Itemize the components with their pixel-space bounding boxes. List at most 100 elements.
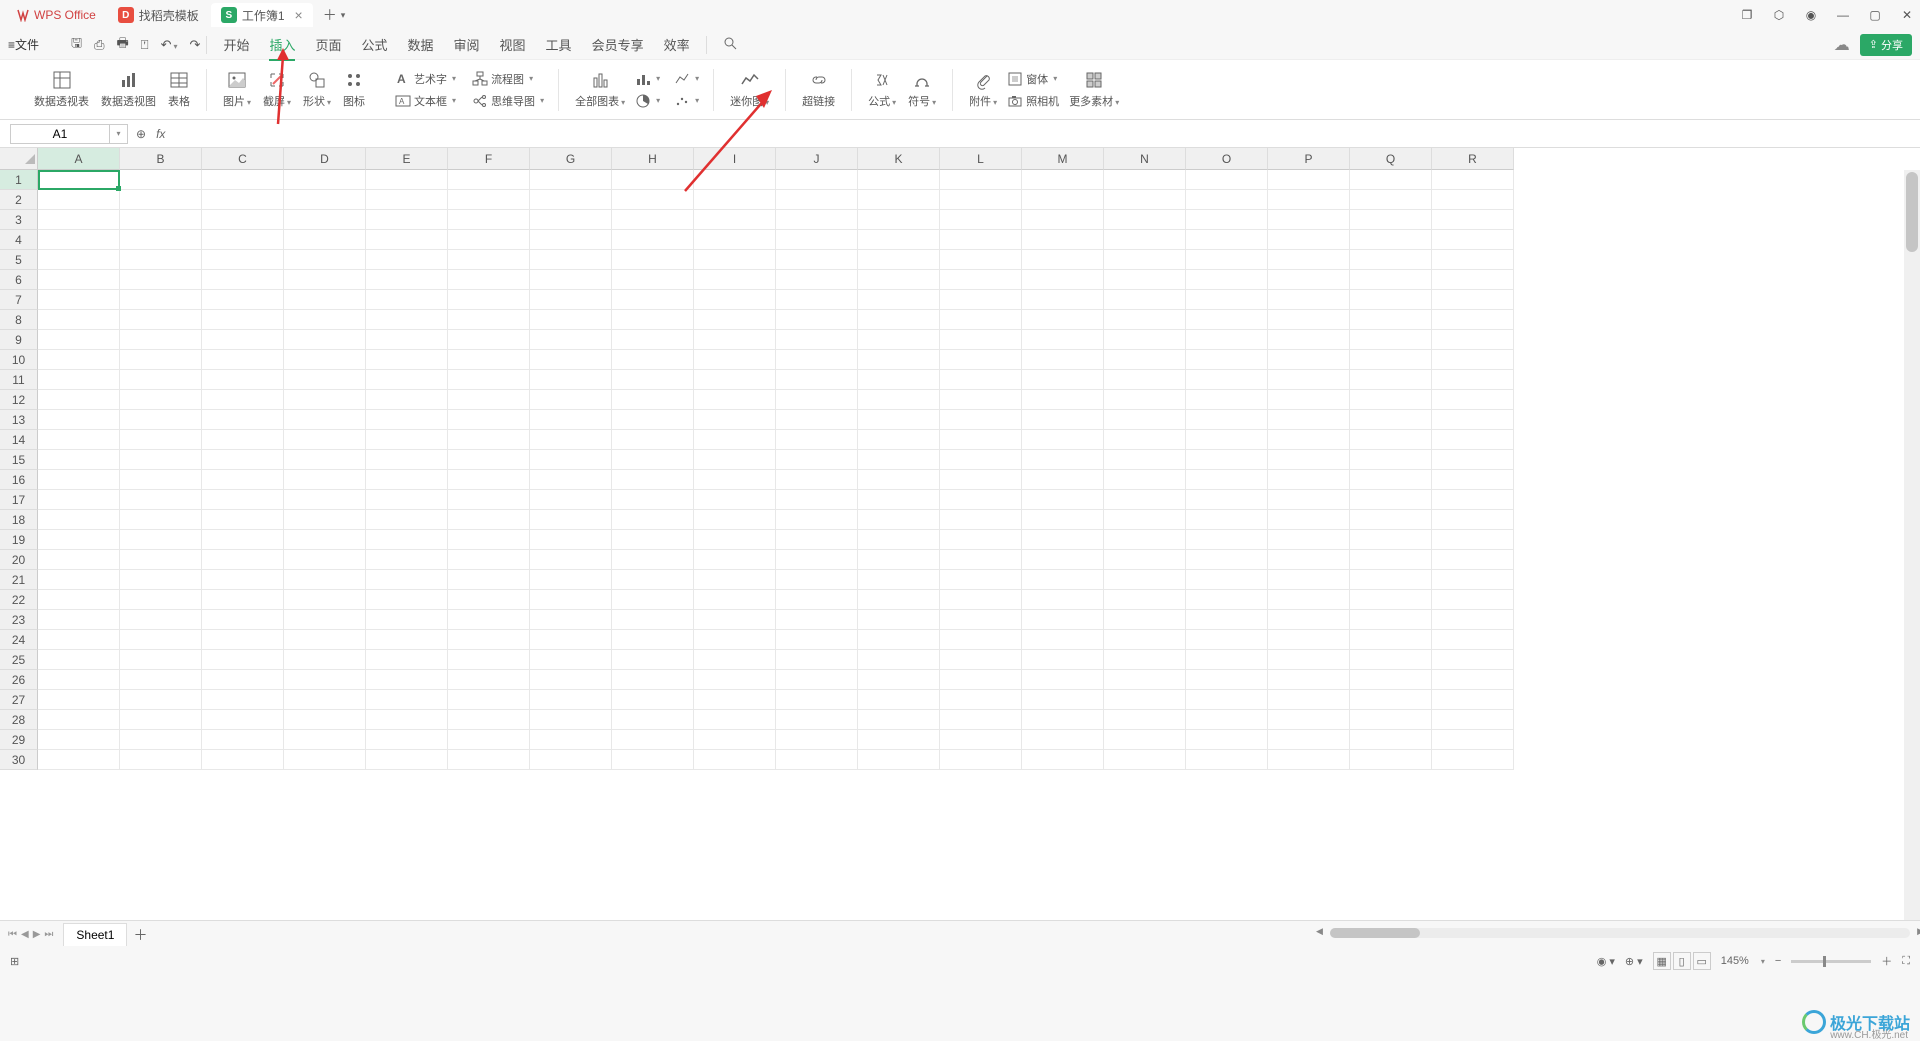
cell[interactable]	[448, 550, 530, 570]
cell[interactable]	[858, 610, 940, 630]
cell[interactable]	[1022, 290, 1104, 310]
cell[interactable]	[530, 230, 612, 250]
row-header-8[interactable]: 8	[0, 310, 38, 330]
row-header-23[interactable]: 23	[0, 610, 38, 630]
cell[interactable]	[202, 570, 284, 590]
cell[interactable]	[1268, 610, 1350, 630]
cell[interactable]	[776, 190, 858, 210]
cell[interactable]	[940, 450, 1022, 470]
cell[interactable]	[612, 430, 694, 450]
cell[interactable]	[1104, 410, 1186, 430]
cell[interactable]	[202, 550, 284, 570]
cell[interactable]	[1268, 690, 1350, 710]
cell[interactable]	[1268, 390, 1350, 410]
cell[interactable]	[1350, 310, 1432, 330]
cell[interactable]	[202, 590, 284, 610]
cell[interactable]	[612, 610, 694, 630]
cell[interactable]	[612, 230, 694, 250]
cell[interactable]	[776, 350, 858, 370]
cell[interactable]	[38, 230, 120, 250]
sheet-last-icon[interactable]: ⏭	[44, 929, 53, 940]
cell[interactable]	[694, 730, 776, 750]
cell[interactable]	[1186, 170, 1268, 190]
cell[interactable]	[1432, 170, 1514, 190]
cell[interactable]	[366, 310, 448, 330]
cell[interactable]	[448, 170, 530, 190]
cell[interactable]	[38, 550, 120, 570]
cell[interactable]	[530, 710, 612, 730]
cell[interactable]	[38, 270, 120, 290]
col-header-L[interactable]: L	[940, 148, 1022, 170]
mindmap-button[interactable]: 思维导图▾	[468, 91, 548, 111]
cell[interactable]	[940, 190, 1022, 210]
cell[interactable]	[202, 530, 284, 550]
cell[interactable]	[1104, 670, 1186, 690]
cell[interactable]	[694, 490, 776, 510]
cell[interactable]	[366, 570, 448, 590]
cell[interactable]	[284, 170, 366, 190]
cell[interactable]	[38, 590, 120, 610]
cell[interactable]	[1350, 590, 1432, 610]
status-eye-icon[interactable]: ◉ ▾	[1597, 955, 1615, 968]
cell[interactable]	[1022, 650, 1104, 670]
cell[interactable]	[694, 510, 776, 530]
print-icon[interactable]: 🖶	[117, 34, 129, 56]
cell[interactable]	[858, 270, 940, 290]
cell[interactable]	[1104, 590, 1186, 610]
cell[interactable]	[858, 450, 940, 470]
menu-插入[interactable]: 插入	[259, 31, 305, 58]
cell[interactable]	[612, 290, 694, 310]
cell[interactable]	[448, 630, 530, 650]
cell[interactable]	[202, 390, 284, 410]
cell[interactable]	[38, 310, 120, 330]
cell[interactable]	[120, 530, 202, 550]
cell[interactable]	[1268, 410, 1350, 430]
cell[interactable]	[612, 690, 694, 710]
cell[interactable]	[858, 690, 940, 710]
cell[interactable]	[1186, 430, 1268, 450]
cell[interactable]	[284, 410, 366, 430]
cell[interactable]	[530, 490, 612, 510]
cell[interactable]	[1350, 610, 1432, 630]
cell[interactable]	[612, 330, 694, 350]
row-header-7[interactable]: 7	[0, 290, 38, 310]
cell[interactable]	[1186, 230, 1268, 250]
cell[interactable]	[858, 590, 940, 610]
cell[interactable]	[694, 310, 776, 330]
menu-开始[interactable]: 开始	[213, 31, 259, 58]
cell[interactable]	[202, 350, 284, 370]
cell[interactable]	[366, 270, 448, 290]
object-button[interactable]: 窗体▾	[1003, 69, 1063, 89]
cell[interactable]	[776, 550, 858, 570]
cell[interactable]	[202, 470, 284, 490]
cell[interactable]	[1022, 410, 1104, 430]
cell[interactable]	[1268, 550, 1350, 570]
cell[interactable]	[1104, 430, 1186, 450]
cell[interactable]	[612, 250, 694, 270]
cell[interactable]	[202, 410, 284, 430]
redo-icon[interactable]: ↷	[190, 37, 201, 53]
cell[interactable]	[1432, 330, 1514, 350]
cell[interactable]	[1186, 670, 1268, 690]
cell[interactable]	[1022, 710, 1104, 730]
cell[interactable]	[120, 670, 202, 690]
cell[interactable]	[776, 510, 858, 530]
cell[interactable]	[1022, 350, 1104, 370]
cell[interactable]	[1350, 210, 1432, 230]
cell[interactable]	[694, 430, 776, 450]
cell[interactable]	[366, 730, 448, 750]
cell[interactable]	[366, 470, 448, 490]
col-header-Q[interactable]: Q	[1350, 148, 1432, 170]
undo-icon[interactable]: ↶▾	[161, 37, 178, 53]
cell[interactable]	[776, 430, 858, 450]
cell[interactable]	[284, 550, 366, 570]
cell[interactable]	[1104, 390, 1186, 410]
cell[interactable]	[940, 270, 1022, 290]
cell[interactable]	[120, 170, 202, 190]
cell[interactable]	[1022, 370, 1104, 390]
cell[interactable]	[612, 450, 694, 470]
cell[interactable]	[858, 570, 940, 590]
cell[interactable]	[776, 250, 858, 270]
cell[interactable]	[1022, 310, 1104, 330]
cell[interactable]	[1022, 690, 1104, 710]
